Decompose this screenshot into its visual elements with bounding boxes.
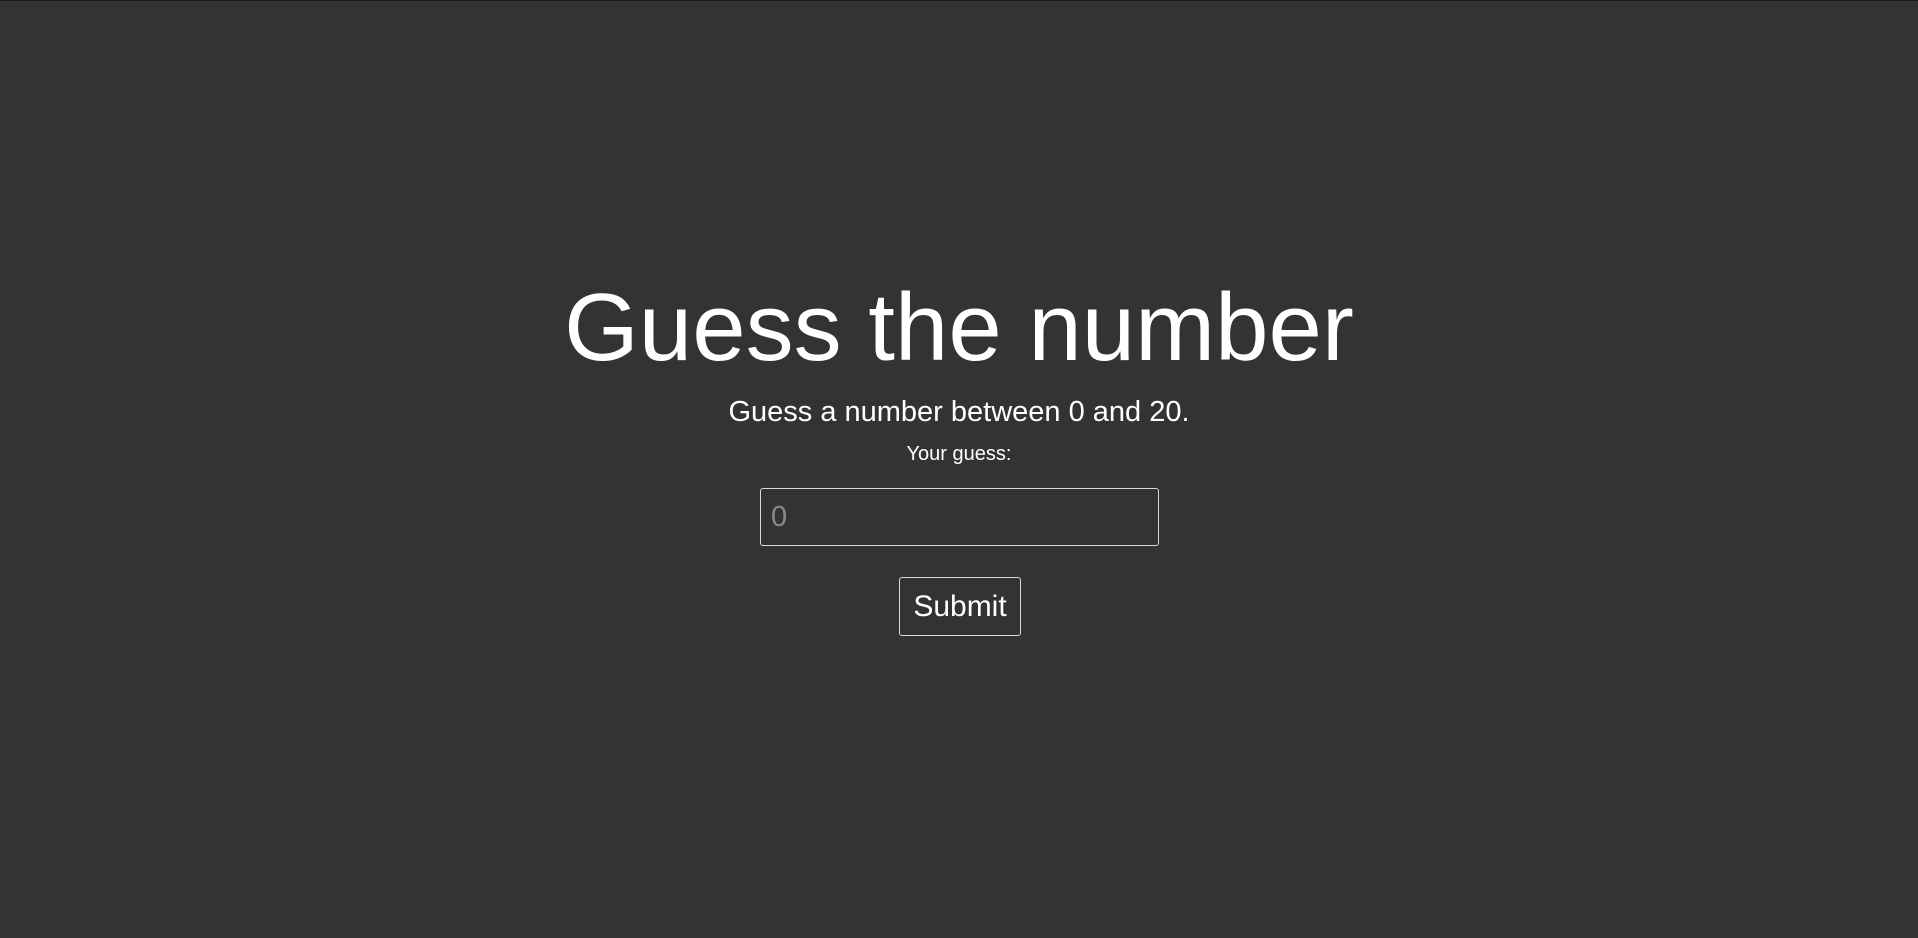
guess-input[interactable] xyxy=(760,488,1159,546)
guess-label: Your guess: xyxy=(906,443,1012,465)
submit-button[interactable]: Submit xyxy=(899,577,1021,636)
instructions-text: Guess a number between 0 and 20. xyxy=(728,396,1190,428)
page: Guess the number Guess a number between … xyxy=(0,1,1918,938)
page-title: Guess the number xyxy=(564,274,1354,381)
